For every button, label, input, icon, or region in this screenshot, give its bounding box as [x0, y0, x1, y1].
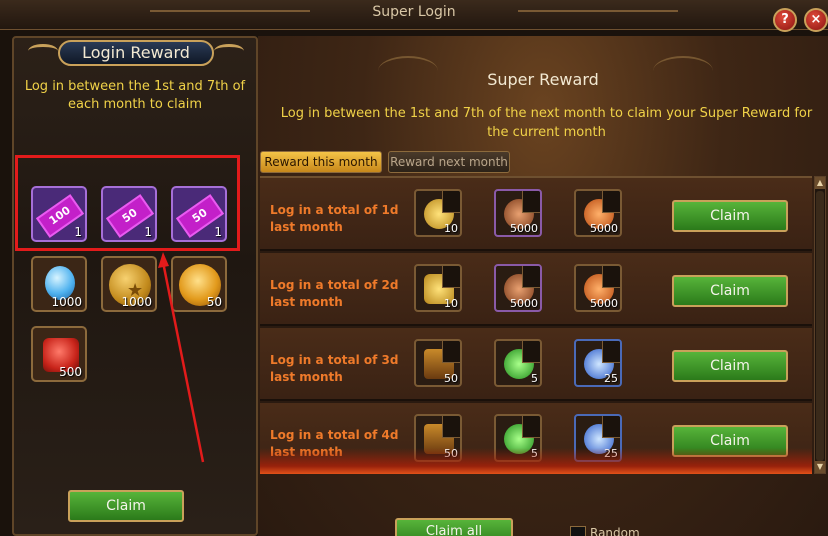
reward-row: Log in a total of 2d last month 10 5000 …	[260, 253, 812, 326]
row-reward-item[interactable]: 50	[414, 339, 462, 387]
row-reward-item[interactable]: 5000	[494, 189, 542, 237]
random-checkbox[interactable]	[570, 526, 586, 536]
row-reward-item[interactable]: 5	[494, 339, 542, 387]
row-label: Log in a total of 3d last month	[270, 353, 399, 384]
super-reward-description: Log in between the 1st and 7th of the ne…	[280, 106, 813, 140]
scroll-thumb[interactable]	[816, 191, 824, 461]
row-label: Log in a total of 1d last month	[270, 203, 399, 234]
fire-decoration	[260, 448, 812, 474]
super-reward-title: Super Reward	[487, 70, 599, 89]
rewards-list: Log in a total of 1d last month 10 5000 …	[260, 176, 812, 474]
row-reward-item[interactable]: 5000	[574, 189, 622, 237]
reward-row: Log in a total of 1d last month 10 5000 …	[260, 178, 812, 251]
tab-reward-this-month[interactable]: Reward this month	[260, 151, 382, 173]
scroll-up-icon[interactable]: ▲	[815, 177, 825, 189]
super-reward-panel: Super Reward Log in between the 1st and …	[258, 36, 828, 536]
row-claim-button[interactable]: Claim	[672, 350, 788, 382]
row-reward-item[interactable]: 10	[414, 189, 462, 237]
row-reward-item[interactable]: 25	[574, 339, 622, 387]
row-claim-button[interactable]: Claim	[672, 200, 788, 232]
tab-reward-next-month[interactable]: Reward next month	[388, 151, 510, 173]
row-reward-item[interactable]: 5000	[574, 264, 622, 312]
claim-all-button[interactable]: Claim all	[395, 518, 513, 536]
random-label: Random	[590, 526, 640, 536]
row-reward-item[interactable]: 10	[414, 264, 462, 312]
rewards-scrollbar[interactable]: ▲ ▼	[814, 176, 826, 474]
row-label: Log in a total of 2d last month	[270, 278, 399, 309]
row-reward-item[interactable]: 5000	[494, 264, 542, 312]
reward-row: Log in a total of 3d last month 50 5 25 …	[260, 328, 812, 401]
scroll-down-icon[interactable]: ▼	[815, 461, 825, 473]
row-claim-button[interactable]: Claim	[672, 275, 788, 307]
